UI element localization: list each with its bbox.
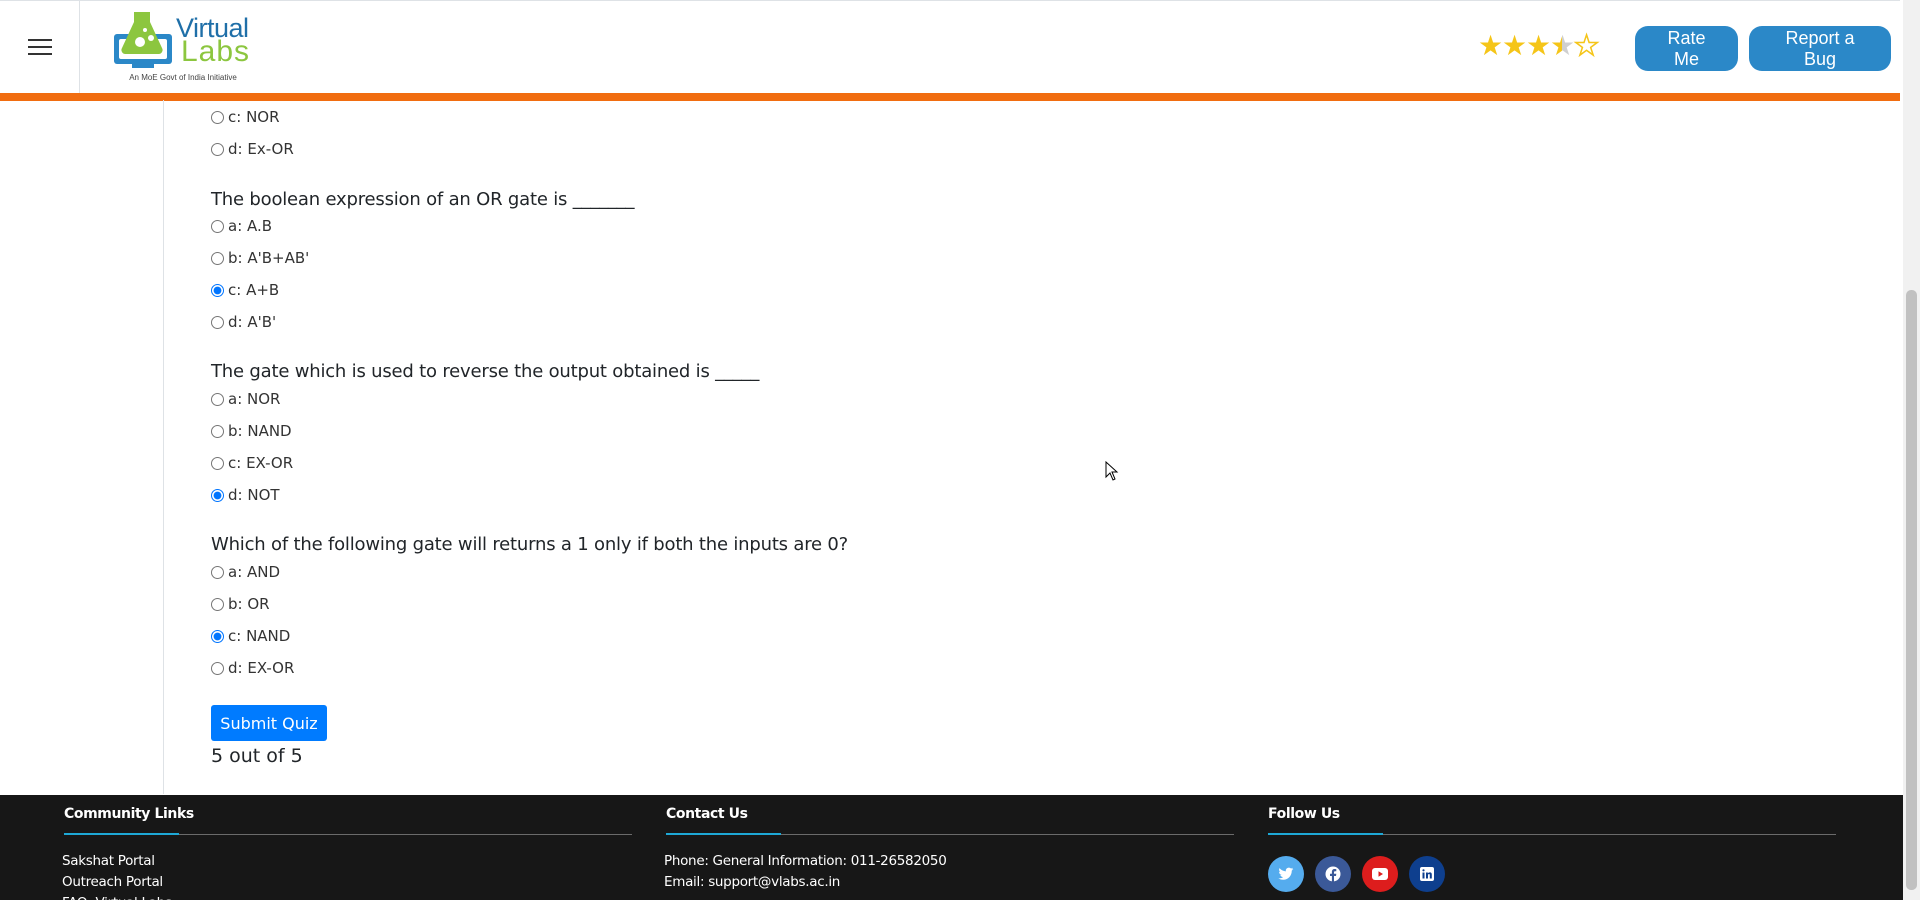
star-filled-icon[interactable]: ★	[1478, 31, 1503, 61]
footer-heading: Follow Us	[1268, 806, 1340, 822]
option-label: d: EX-OR	[228, 659, 295, 677]
option-label: c: A+B	[228, 281, 280, 299]
rate-me-button[interactable]: Rate Me	[1635, 26, 1738, 71]
quiz-option[interactable]: d: EX-OR	[211, 659, 294, 677]
option-label: c: EX-OR	[228, 454, 294, 472]
option-radio[interactable]	[211, 456, 224, 470]
report-bug-button[interactable]: Report a Bug	[1749, 26, 1891, 71]
contact-phone: Phone: General Information: 011-26582050	[664, 853, 947, 869]
question-text: The boolean expression of an OR gate is …	[211, 189, 635, 210]
option-radio[interactable]	[211, 424, 224, 438]
quiz-option[interactable]: c: EX-OR	[211, 454, 293, 472]
quiz-option[interactable]: b: NAND	[211, 422, 292, 440]
youtube-icon[interactable]	[1362, 856, 1398, 892]
star-filled-icon[interactable]: ★	[1502, 31, 1527, 61]
page-footer: Community Links Sakshat Portal Outreach …	[0, 795, 1903, 911]
option-label: a: AND	[228, 563, 281, 581]
option-label: d: A'B'	[228, 313, 277, 331]
scrollbar-thumb[interactable]	[1906, 290, 1917, 890]
quiz-score: 5 out of 5	[211, 745, 303, 767]
option-radio[interactable]	[211, 661, 224, 675]
option-label: c: NOR	[228, 108, 280, 126]
submit-quiz-button[interactable]: Submit Quiz	[211, 705, 327, 741]
lab-flask-logo-icon	[114, 12, 172, 68]
footer-link[interactable]: FAQ: Virtual Labs	[62, 895, 172, 911]
quiz-option[interactable]: a: A.B	[211, 217, 272, 235]
footer-heading: Community Links	[64, 806, 194, 822]
star-filled-icon[interactable]: ★	[1526, 31, 1551, 61]
vertical-scrollbar[interactable]	[1903, 0, 1920, 900]
quiz-option[interactable]: d: NOT	[211, 486, 280, 504]
contact-email: Email: support@vlabs.ac.in	[664, 874, 841, 890]
linkedin-icon[interactable]	[1409, 856, 1445, 892]
option-radio[interactable]	[211, 629, 224, 643]
option-radio[interactable]	[211, 251, 224, 265]
footer-link[interactable]: Sakshat Portal	[62, 853, 155, 869]
quiz-option[interactable]: c: NOR	[211, 108, 280, 126]
option-label: d: Ex-OR	[228, 140, 294, 158]
option-label: b: A'B+AB'	[228, 249, 310, 267]
content-left-border	[163, 100, 164, 794]
star-half-icon[interactable]: ★	[1550, 31, 1575, 61]
quiz-option[interactable]: b: OR	[211, 595, 270, 613]
star-empty-icon[interactable]: ★	[1573, 30, 1600, 62]
star-rating[interactable]: ★ ★ ★ ★ ★	[1478, 30, 1600, 62]
quiz-option[interactable]: c: A+B	[211, 281, 279, 299]
quiz-option[interactable]: d: Ex-OR	[211, 140, 294, 158]
twitter-icon[interactable]	[1268, 856, 1304, 892]
facebook-icon[interactable]	[1315, 856, 1351, 892]
option-label: b: OR	[228, 595, 270, 613]
option-radio[interactable]	[211, 565, 224, 579]
quiz-option[interactable]: a: AND	[211, 563, 280, 581]
footer-divider-accent	[666, 833, 781, 835]
option-radio[interactable]	[211, 142, 224, 156]
quiz-option[interactable]: c: NAND	[211, 627, 290, 645]
option-radio[interactable]	[211, 488, 224, 502]
question-text: The gate which is used to reverse the ou…	[211, 361, 760, 382]
option-radio[interactable]	[211, 283, 224, 297]
logo-tagline: An MoE Govt of India Initiative	[129, 73, 237, 82]
option-label: c: NAND	[228, 627, 291, 645]
question-text: Which of the following gate will returns…	[211, 534, 849, 555]
footer-heading: Contact Us	[666, 806, 748, 822]
virtual-labs-logo[interactable]: Virtual Labs An MoE Govt of India Initia…	[96, 3, 281, 93]
top-navbar: Virtual Labs An MoE Govt of India Initia…	[0, 0, 1900, 101]
option-label: a: NOR	[228, 390, 281, 408]
option-radio[interactable]	[211, 315, 224, 329]
option-radio[interactable]	[211, 219, 224, 233]
option-label: b: NAND	[228, 422, 292, 440]
footer-divider-accent	[1268, 833, 1383, 835]
quiz-option[interactable]: d: A'B'	[211, 313, 276, 331]
option-label: a: A.B	[228, 217, 273, 235]
option-radio[interactable]	[211, 110, 224, 124]
quiz-option[interactable]: b: A'B+AB'	[211, 249, 309, 267]
hamburger-menu-button[interactable]	[0, 1, 80, 93]
option-radio[interactable]	[211, 392, 224, 406]
footer-link[interactable]: Outreach Portal	[62, 874, 163, 890]
option-radio[interactable]	[211, 597, 224, 611]
mouse-pointer-icon	[1105, 461, 1119, 481]
logo-word-labs: Labs	[181, 35, 251, 68]
quiz-option[interactable]: a: NOR	[211, 390, 280, 408]
option-label: d: NOT	[228, 486, 280, 504]
hamburger-icon	[27, 34, 52, 60]
footer-divider-accent	[64, 833, 179, 835]
